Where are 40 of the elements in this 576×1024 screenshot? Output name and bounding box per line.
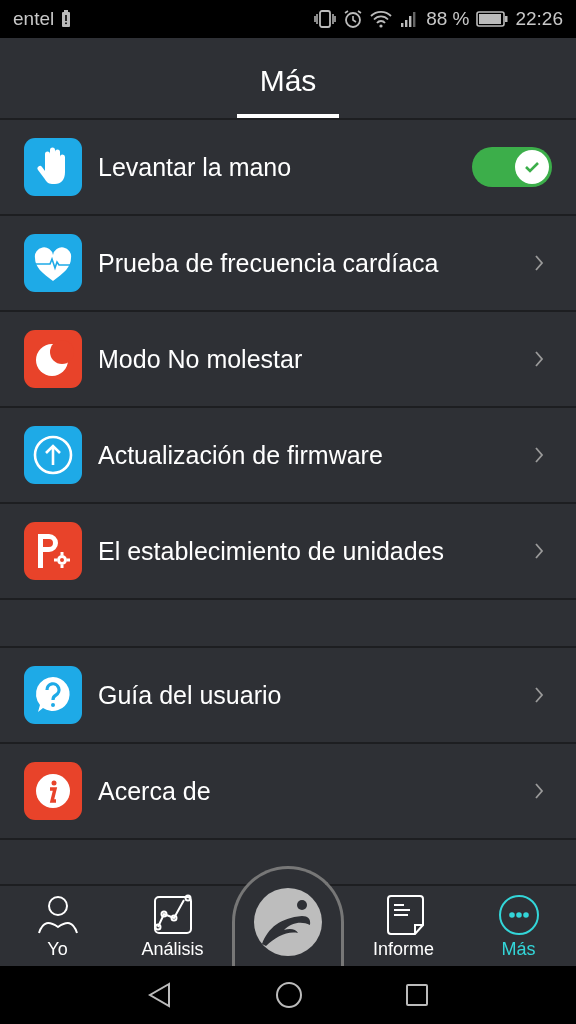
settings-row[interactable]: Modo No molestar bbox=[0, 312, 576, 408]
wifi-icon bbox=[370, 10, 393, 28]
battery-icon bbox=[476, 11, 509, 27]
page-title: Más bbox=[259, 64, 317, 98]
settings-row[interactable]: Guía del usuario bbox=[0, 648, 576, 744]
settings-row[interactable]: Acerca de bbox=[0, 744, 576, 840]
tab-item[interactable]: Informe bbox=[346, 886, 461, 966]
battery-percent: 88 % bbox=[426, 8, 470, 30]
row-label: El establecimiento de unidades bbox=[98, 536, 446, 566]
settings-row[interactable]: Levantar la mano bbox=[0, 120, 576, 216]
toggle-switch[interactable] bbox=[472, 147, 552, 187]
chevron-icon bbox=[534, 254, 544, 272]
alarm-icon bbox=[343, 9, 364, 29]
logo-button[interactable] bbox=[232, 866, 344, 966]
settings-row[interactable]: El establecimiento de unidades bbox=[0, 504, 576, 600]
row-label: Levantar la mano bbox=[98, 152, 293, 182]
settings-row[interactable]: Actualización de firmware bbox=[0, 408, 576, 504]
chevron-icon bbox=[534, 782, 544, 800]
chevron-icon bbox=[534, 350, 544, 368]
chevron-icon bbox=[534, 542, 544, 560]
chevron-icon bbox=[534, 446, 544, 464]
tab-item[interactable]: Yo bbox=[0, 886, 115, 966]
tab-item[interactable]: Análisis bbox=[115, 886, 230, 966]
row-label: Guía del usuario bbox=[98, 680, 283, 710]
chevron-icon bbox=[534, 686, 544, 704]
recents-icon[interactable] bbox=[405, 983, 429, 1007]
settings-row[interactable]: Prueba de frecuencia cardíaca bbox=[0, 216, 576, 312]
runner-logo-icon bbox=[252, 886, 324, 958]
tab-item[interactable]: Más bbox=[461, 886, 576, 966]
row-label: Actualización de firmware bbox=[98, 440, 384, 470]
row-label: Modo No molestar bbox=[98, 344, 304, 374]
clock-time: 22:26 bbox=[515, 8, 563, 30]
more-icon bbox=[496, 892, 541, 937]
carrier-name: entel bbox=[13, 8, 55, 30]
row-label: Prueba de frecuencia cardíaca bbox=[98, 248, 440, 278]
vibrate-icon bbox=[314, 9, 337, 29]
back-icon[interactable] bbox=[147, 982, 173, 1008]
home-icon[interactable] bbox=[275, 981, 303, 1009]
row-label: Acerca de bbox=[98, 776, 212, 806]
battery-alert-icon bbox=[61, 10, 72, 28]
